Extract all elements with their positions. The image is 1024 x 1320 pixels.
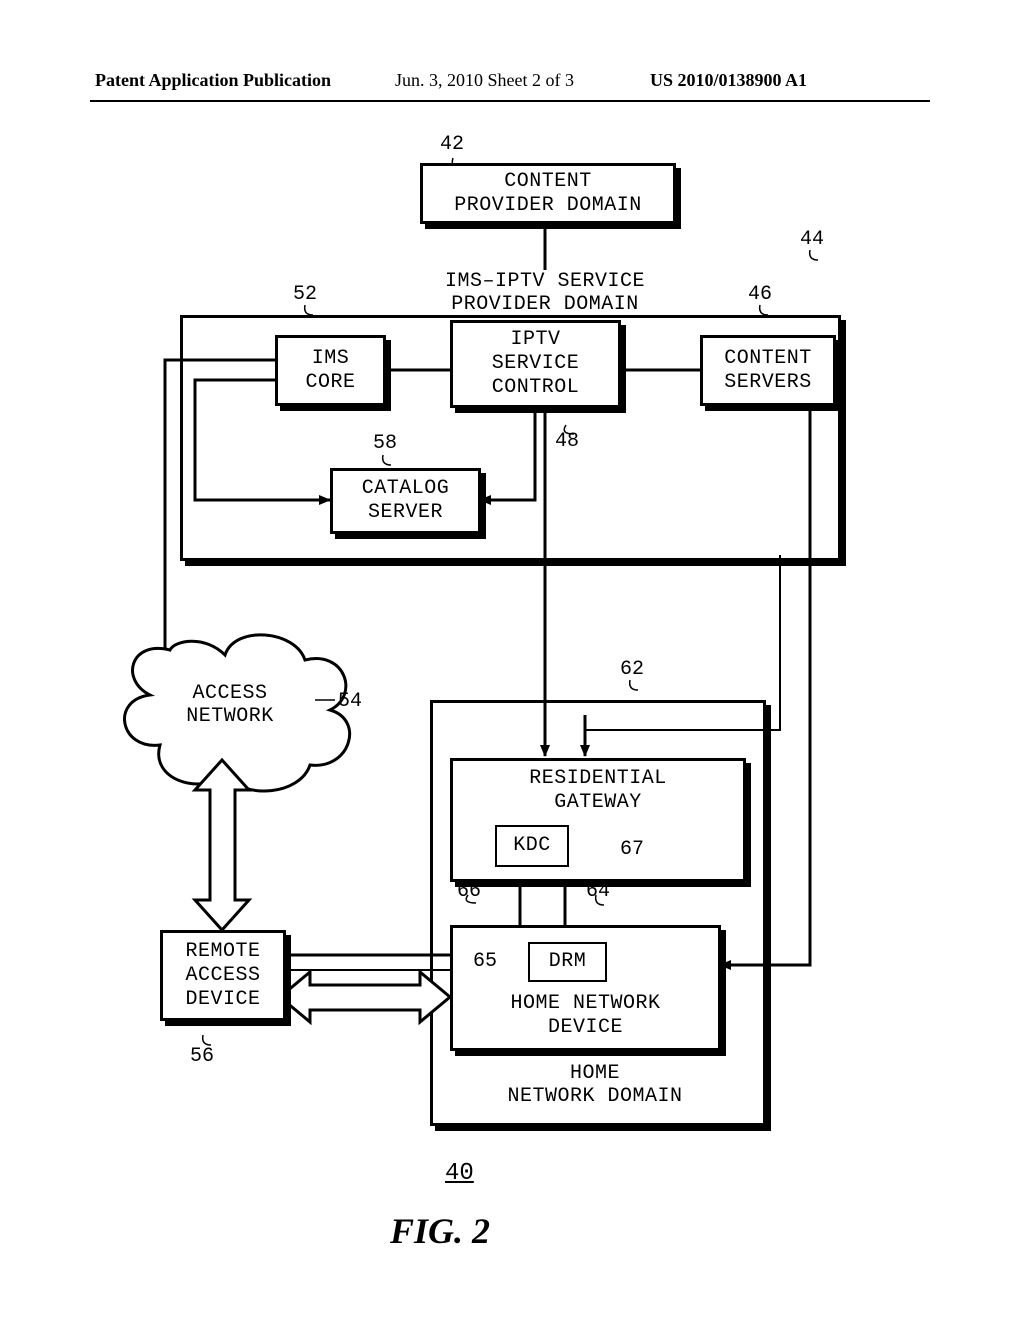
access-network-l1: ACCESS bbox=[192, 682, 267, 705]
kdc-box: KDC bbox=[495, 825, 569, 867]
content-provider-domain-l2: PROVIDER DOMAIN bbox=[454, 194, 642, 218]
iptv-service-control-box: IPTV SERVICE CONTROL bbox=[450, 320, 621, 408]
home-net-dev-l2: DEVICE bbox=[548, 1016, 623, 1040]
content-provider-domain-l1: CONTENT bbox=[504, 170, 592, 194]
access-network-l2: NETWORK bbox=[186, 705, 274, 728]
ref-62: 62 bbox=[620, 658, 644, 681]
kdc-label: KDC bbox=[513, 834, 551, 858]
catalog-server-box: CATALOG SERVER bbox=[330, 468, 481, 534]
remote-access-l3: DEVICE bbox=[185, 988, 260, 1012]
ims-iptv-l1: IMS–IPTV SERVICE bbox=[445, 270, 645, 293]
ref-67: 67 bbox=[620, 838, 644, 861]
ims-core-box: IMS CORE bbox=[275, 335, 386, 406]
drm-box: DRM bbox=[528, 942, 607, 982]
res-gateway-l2: GATEWAY bbox=[554, 791, 642, 815]
figure-ref-40: 40 bbox=[445, 1160, 474, 1187]
ims-core-l1: IMS bbox=[312, 347, 350, 371]
ref-54: 54 bbox=[338, 690, 362, 713]
content-servers-box: CONTENT SERVERS bbox=[700, 335, 836, 406]
access-to-remote-double-arrow bbox=[195, 760, 249, 930]
home-net-dev-l1: HOME NETWORK bbox=[510, 992, 660, 1016]
home-net-domain-l1: HOME bbox=[570, 1062, 620, 1085]
ref-44: 44 bbox=[800, 228, 824, 251]
ref-66: 66 bbox=[457, 880, 481, 903]
home-net-domain-l2: NETWORK DOMAIN bbox=[507, 1085, 682, 1108]
catalog-l1: CATALOG bbox=[362, 477, 450, 501]
content-servers-l2: SERVERS bbox=[724, 371, 812, 395]
res-gateway-l1: RESIDENTIAL bbox=[529, 767, 667, 791]
figure-title: FIG. 2 bbox=[390, 1210, 490, 1252]
ims-core-l2: CORE bbox=[305, 371, 355, 395]
header-rule bbox=[90, 100, 930, 102]
ref-65: 65 bbox=[473, 950, 497, 973]
ref-58: 58 bbox=[373, 432, 397, 455]
remote-to-home-double-arrow bbox=[280, 972, 450, 1022]
ims-iptv-domain-label: IMS–IPTV SERVICE PROVIDER DOMAIN bbox=[430, 270, 660, 316]
remote-access-l1: REMOTE bbox=[185, 940, 260, 964]
header-left: Patent Application Publication bbox=[95, 70, 331, 91]
header-middle: Jun. 3, 2010 Sheet 2 of 3 bbox=[395, 70, 574, 91]
ref-42: 42 bbox=[440, 133, 464, 156]
header-right: US 2010/0138900 A1 bbox=[650, 70, 807, 91]
catalog-l2: SERVER bbox=[368, 501, 443, 525]
iptv-svc-l1: IPTV bbox=[510, 328, 560, 352]
ref-56: 56 bbox=[190, 1045, 214, 1068]
home-network-domain-label: HOME NETWORK DOMAIN bbox=[470, 1062, 720, 1108]
remote-access-device-box: REMOTE ACCESS DEVICE bbox=[160, 930, 286, 1021]
access-network-label: ACCESS NETWORK bbox=[165, 682, 295, 728]
remote-access-l2: ACCESS bbox=[185, 964, 260, 988]
ref-52: 52 bbox=[293, 283, 317, 306]
content-servers-l1: CONTENT bbox=[724, 347, 812, 371]
iptv-svc-l3: CONTROL bbox=[492, 376, 580, 400]
iptv-svc-l2: SERVICE bbox=[492, 352, 580, 376]
drm-label: DRM bbox=[549, 950, 587, 974]
content-provider-domain-box: CONTENT PROVIDER DOMAIN bbox=[420, 163, 676, 224]
ims-iptv-l2: PROVIDER DOMAIN bbox=[451, 293, 639, 316]
ref-48: 48 bbox=[555, 430, 579, 453]
ref-64: 64 bbox=[586, 880, 610, 903]
ref-46: 46 bbox=[748, 283, 772, 306]
